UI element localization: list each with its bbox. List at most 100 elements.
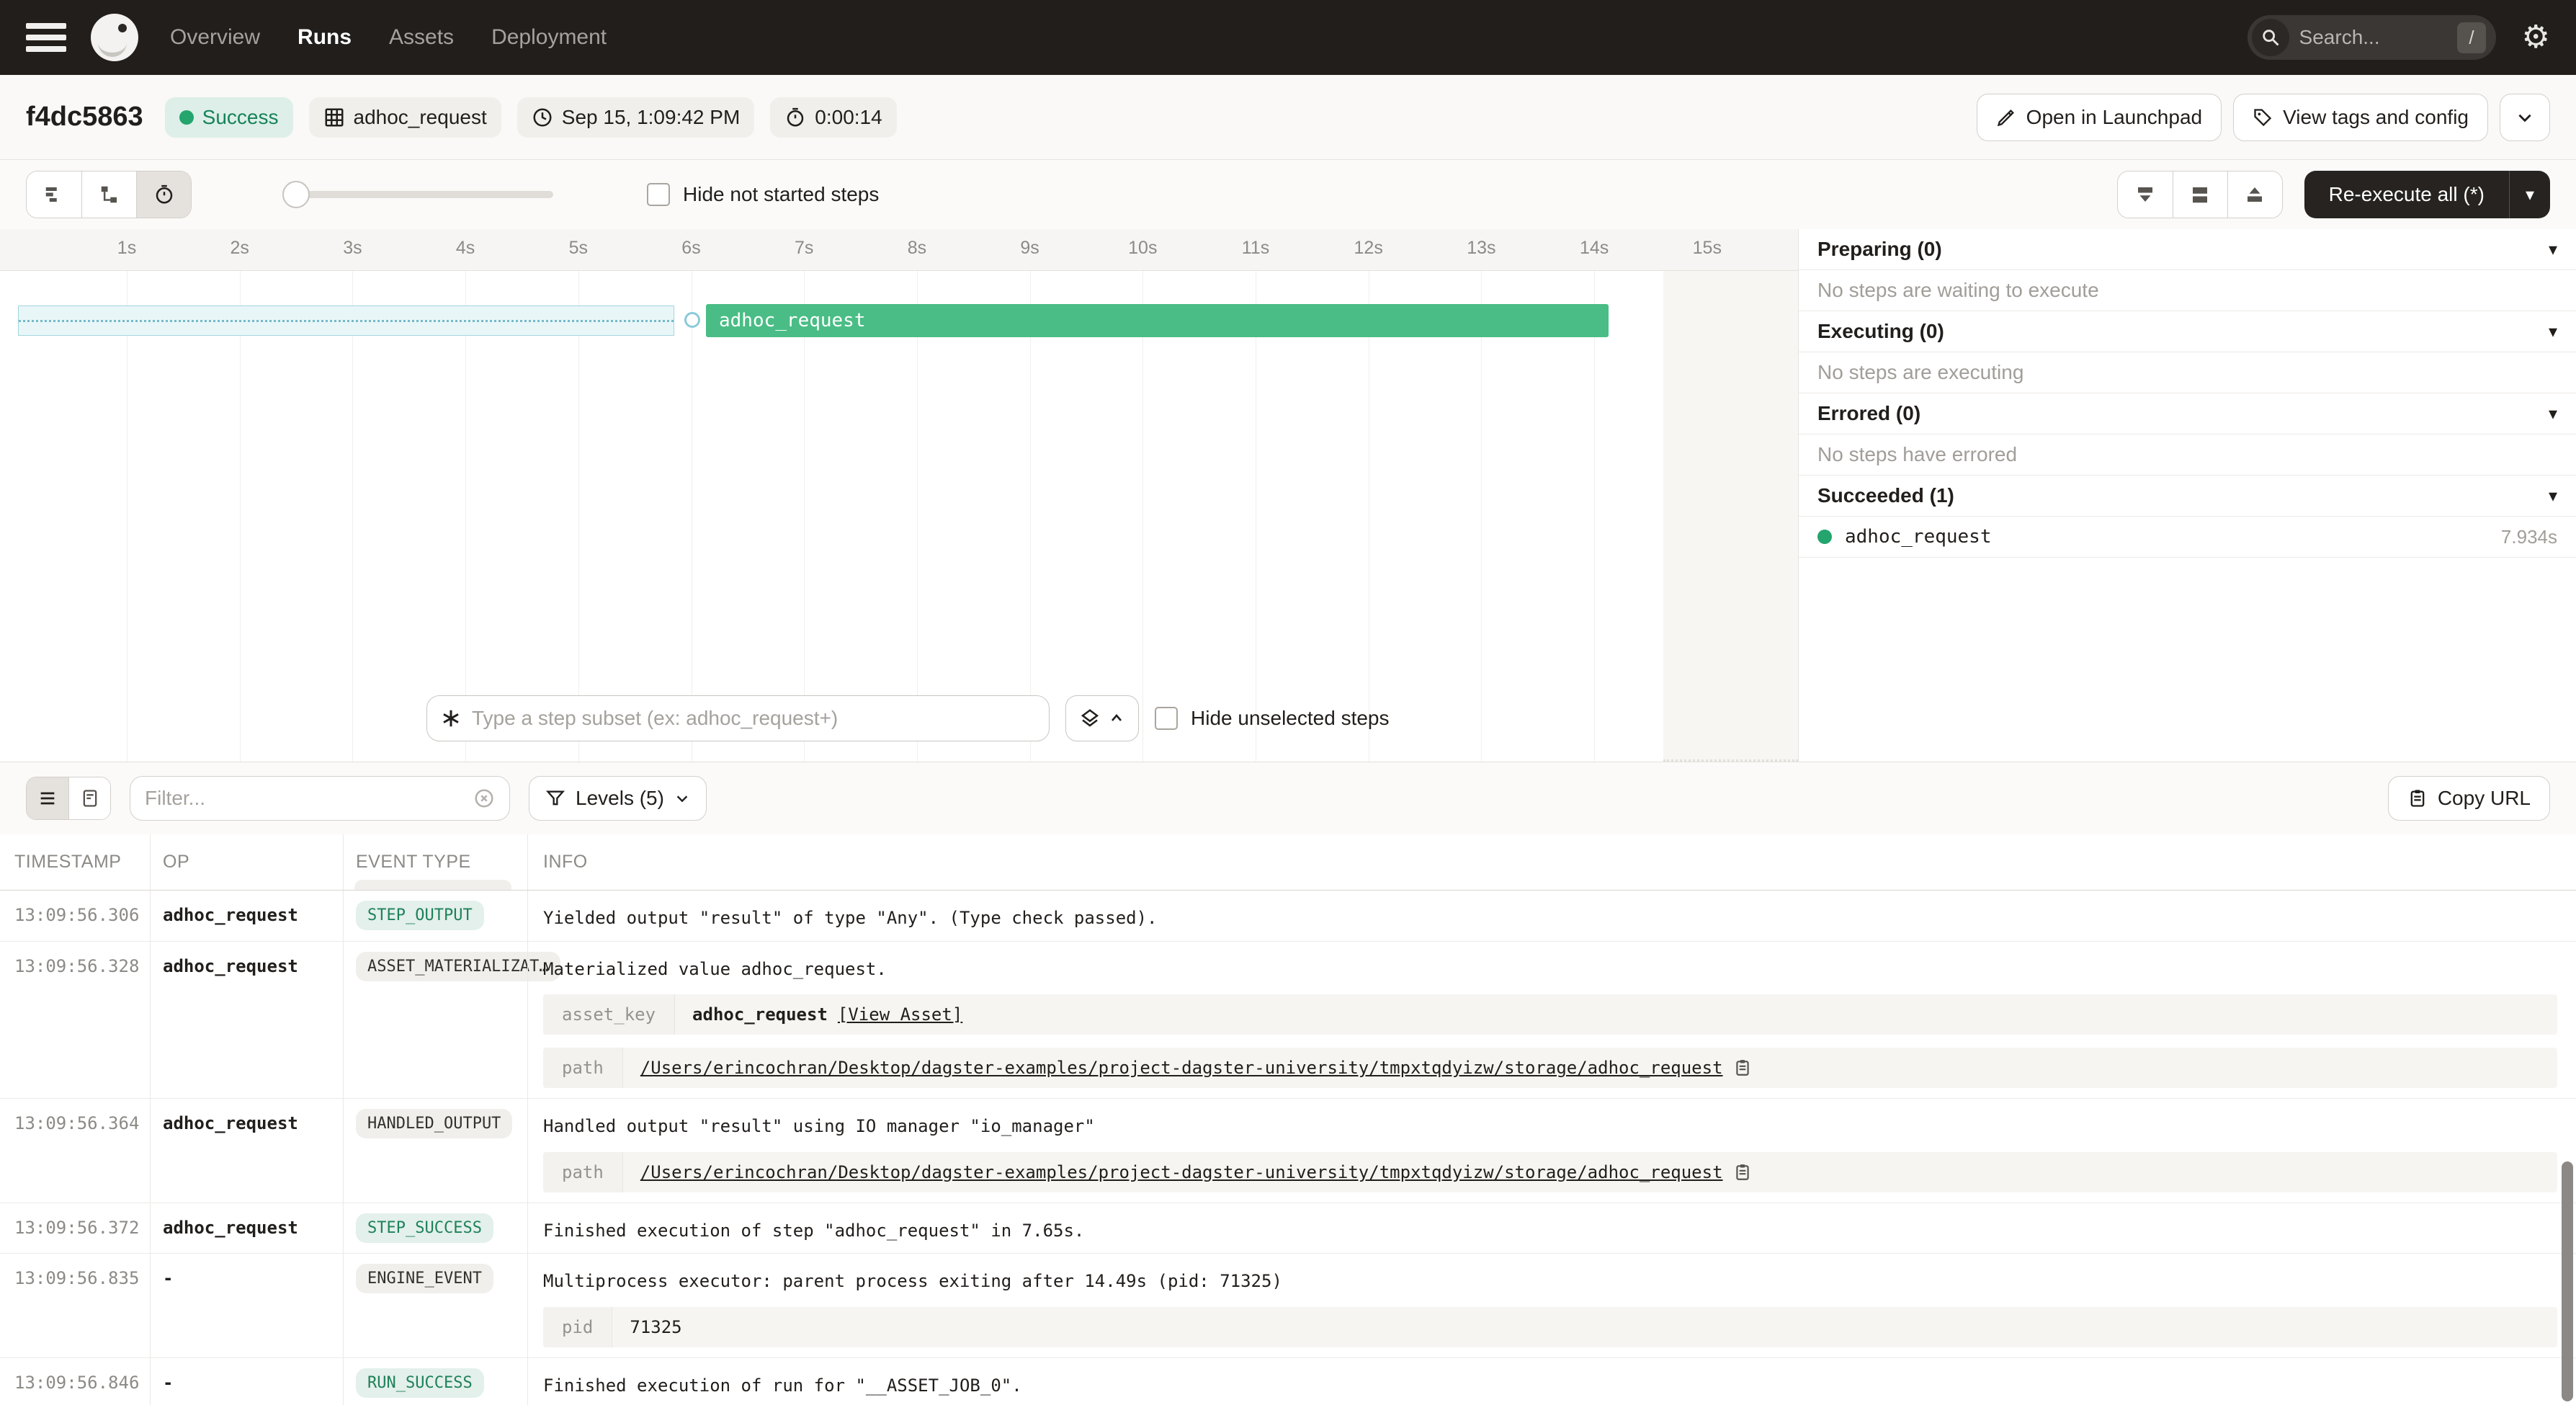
gantt-after-run-region [1663, 271, 1798, 762]
axis-tick: 3s [343, 238, 362, 259]
caret-down-icon[interactable]: ▾ [2549, 321, 2557, 342]
nav-item-assets[interactable]: Assets [389, 25, 454, 50]
caret-down-icon[interactable]: ▾ [2549, 403, 2557, 424]
job-chip[interactable]: adhoc_request [309, 97, 501, 138]
axis-tick: 10s [1128, 238, 1157, 259]
section-executing-header[interactable]: Executing (0) ▾ [1799, 311, 2576, 352]
gantt-zoom-slider[interactable] [285, 191, 553, 198]
col-header-event-type: EVENT TYPE [343, 852, 527, 873]
log-row[interactable]: 13:09:56.328 adhoc_request ASSET_MATERIA… [0, 942, 2576, 1100]
log-row[interactable]: 13:09:56.364 adhoc_request HANDLED_OUTPU… [0, 1099, 2576, 1203]
run-id: f4dc5863 [26, 102, 143, 133]
copy-path-icon[interactable] [1733, 1058, 1752, 1077]
section-preparing-header[interactable]: Preparing (0) ▾ [1799, 229, 2576, 270]
log-filter-box [130, 776, 510, 821]
log-view-mode-group [26, 777, 111, 820]
chevron-down-icon [2515, 108, 2534, 127]
axis-tick: 7s [795, 238, 813, 259]
gridline [1142, 271, 1143, 762]
open-in-launchpad-button[interactable]: Open in Launchpad [1977, 94, 2222, 141]
view-mode-waterfall-button[interactable] [81, 171, 136, 218]
menu-icon[interactable] [26, 23, 66, 52]
clipboard-icon [2407, 788, 2428, 808]
panel-position-group [2117, 171, 2283, 218]
view-mode-flat-button[interactable] [27, 171, 81, 218]
tag-icon [2253, 107, 2273, 128]
panel-split-button[interactable] [2173, 171, 2227, 218]
axis-tick: 12s [1354, 238, 1383, 259]
view-mode-timed-button[interactable] [136, 171, 191, 218]
axis-tick: 6s [681, 238, 700, 259]
gridline [127, 271, 128, 762]
search-input[interactable] [2299, 26, 2458, 49]
path-link[interactable]: /Users/erincochran/Desktop/dagster-examp… [640, 1058, 1723, 1078]
axis-tick: 1s [117, 238, 136, 259]
gridline [352, 271, 353, 762]
view-asset-link[interactable]: [View Asset] [838, 1004, 962, 1025]
layers-icon [1079, 708, 1101, 729]
levels-filter-button[interactable]: Levels (5) [529, 776, 707, 821]
axis-tick: 9s [1020, 238, 1039, 259]
hide-not-started-checkbox[interactable] [647, 183, 670, 206]
subset-apply-button[interactable] [1065, 695, 1139, 741]
event-type-pill: ENGINE_EVENT [356, 1264, 493, 1293]
step-subset-box [426, 695, 1050, 741]
log-row[interactable]: 13:09:56.846 - RUN_SUCCESS Finished exec… [0, 1358, 2576, 1405]
clear-filter-icon[interactable] [473, 788, 495, 809]
event-type-pill: STEP_OUTPUT [356, 901, 484, 930]
log-filter-input[interactable] [145, 787, 473, 810]
nav-item-deployment[interactable]: Deployment [491, 25, 607, 50]
section-errored-header[interactable]: Errored (0) ▾ [1799, 393, 2576, 434]
path-link[interactable]: /Users/erincochran/Desktop/dagster-examp… [640, 1162, 1723, 1182]
hide-unselected-label: Hide unselected steps [1155, 707, 1390, 730]
succeeded-step-row[interactable]: adhoc_request 7.934s [1799, 517, 2576, 558]
slider-handle[interactable] [282, 181, 310, 208]
axis-tick: 15s [1693, 238, 1722, 259]
step-subset-row: Hide unselected steps [426, 695, 1390, 741]
step-success-dot-icon [1817, 530, 1832, 544]
caret-down-icon[interactable]: ▾ [2549, 486, 2557, 507]
col-header-info: INFO [527, 852, 2576, 873]
axis-tick: 14s [1580, 238, 1609, 259]
search-box[interactable]: / [2248, 15, 2496, 60]
run-actions-dropdown-button[interactable] [2500, 94, 2550, 141]
job-grid-icon [323, 107, 345, 128]
hide-not-started-label: Hide not started steps [647, 183, 879, 206]
gridline [1481, 271, 1482, 762]
col-header-timestamp: TIMESTAMP [0, 852, 150, 873]
vertical-scrollbar[interactable] [2562, 1161, 2573, 1401]
step-subset-input[interactable] [472, 707, 1036, 730]
nav-item-overview[interactable]: Overview [170, 25, 260, 50]
copy-path-icon[interactable] [1733, 1163, 1752, 1182]
panel-bottom-button[interactable] [2118, 171, 2173, 218]
log-structured-view-button[interactable] [27, 777, 68, 819]
log-raw-view-button[interactable] [68, 777, 110, 819]
gantt-chart: 1s2s3s4s5s6s7s8s9s10s11s12s13s14s15s adh… [0, 229, 1799, 762]
log-row[interactable]: 13:09:56.835 - ENGINE_EVENT Multiprocess… [0, 1254, 2576, 1358]
gridline [917, 271, 918, 762]
event-type-pill: RUN_SUCCESS [356, 1368, 484, 1398]
re-execute-button[interactable]: Re-execute all (*) ▾ [2304, 171, 2550, 218]
gridline [804, 271, 805, 762]
chevron-up-icon [1108, 710, 1125, 727]
dock-bottom-icon [2134, 184, 2156, 205]
gear-icon[interactable]: ⚙ [2522, 22, 2550, 53]
caret-down-icon[interactable]: ▾ [2549, 239, 2557, 260]
nav-item-runs[interactable]: Runs [298, 25, 352, 50]
section-succeeded-header[interactable]: Succeeded (1) ▾ [1799, 476, 2576, 517]
timer-icon [784, 107, 806, 128]
view-tags-config-button[interactable]: View tags and config [2233, 94, 2488, 141]
log-row[interactable]: 13:09:56.306 adhoc_request STEP_OUTPUT Y… [0, 891, 2576, 942]
re-execute-caret-icon[interactable]: ▾ [2509, 171, 2550, 218]
panel-top-button[interactable] [2227, 171, 2282, 218]
path-box: path /Users/erincochran/Desktop/dagster-… [543, 1048, 2557, 1088]
log-row[interactable]: 13:09:56.372 adhoc_request STEP_SUCCESS … [0, 1203, 2576, 1254]
dock-top-icon [2244, 184, 2266, 205]
dagster-logo-icon[interactable] [91, 14, 138, 61]
gantt-step-bar[interactable]: adhoc_request [706, 304, 1609, 337]
copy-url-button[interactable]: Copy URL [2388, 776, 2550, 821]
scrolled-row-fragment [354, 880, 511, 891]
hide-unselected-checkbox[interactable] [1155, 707, 1178, 730]
log-table-header: TIMESTAMP OP EVENT TYPE INFO [0, 834, 2576, 891]
flat-list-icon [43, 184, 65, 205]
